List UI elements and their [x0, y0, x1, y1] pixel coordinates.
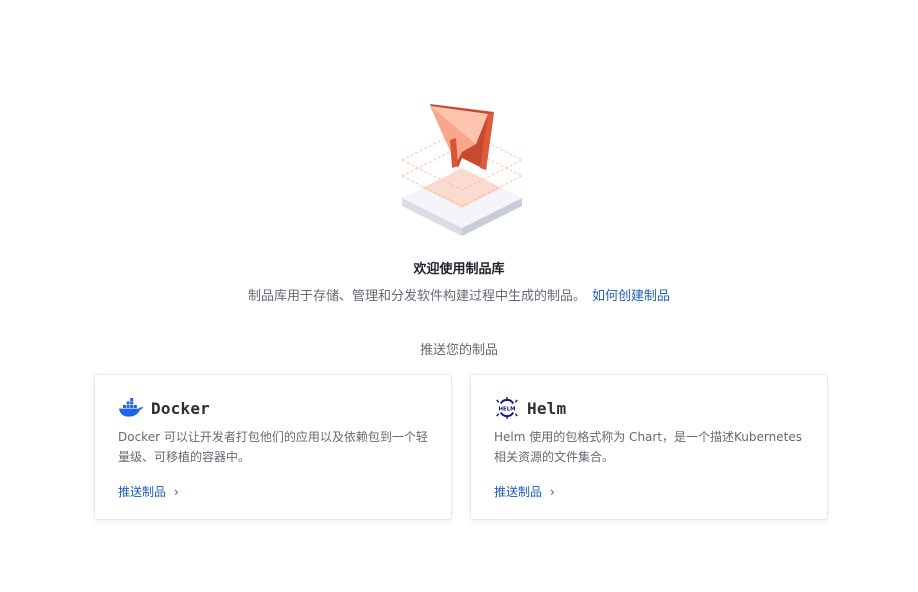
- welcome-title: 欢迎使用制品库: [413, 262, 505, 277]
- welcome-description-row: 制品库用于存储、管理和分发软件构建过程中生成的制品。 如何创建制品: [0, 285, 918, 304]
- helm-card: HELM Helm Helm 使用的包格式称为 Chart，是一个描述Kuber…: [470, 374, 828, 520]
- helm-push-artifact-link[interactable]: 推送制品 ›: [494, 483, 555, 500]
- docker-card-header: Docker: [118, 397, 210, 419]
- docker-icon: [118, 398, 144, 418]
- helm-card-title: Helm: [527, 398, 567, 418]
- docker-push-artifact-link[interactable]: 推送制品 ›: [118, 483, 179, 500]
- docker-push-artifact-label: 推送制品: [118, 485, 167, 499]
- artifact-illustration: [401, 104, 523, 236]
- chevron-right-icon: ›: [174, 484, 179, 499]
- artifact-repository-welcome-page: 欢迎使用制品库 制品库用于存储、管理和分发软件构建过程中生成的制品。 如何创建制品…: [0, 0, 918, 592]
- push-section-title: 推送您的制品: [419, 343, 498, 358]
- docker-card: Docker Docker 可以让开发者打包他们的应用以及依赖包到一个轻量级、可…: [94, 374, 452, 520]
- docker-card-description: Docker 可以让开发者打包他们的应用以及依赖包到一个轻量级、可移植的容器中。: [118, 430, 428, 464]
- how-to-create-artifact-link[interactable]: 如何创建制品: [592, 289, 670, 304]
- welcome-description: 制品库用于存储、管理和分发软件构建过程中生成的制品。: [247, 289, 586, 304]
- docker-card-title: Docker: [151, 398, 210, 418]
- helm-icon: HELM: [494, 397, 520, 419]
- svg-text:HELM: HELM: [499, 407, 516, 413]
- helm-card-description: Helm 使用的包格式称为 Chart，是一个描述Kubernetes相关资源的…: [494, 430, 802, 464]
- helm-card-header: HELM Helm: [494, 397, 566, 419]
- helm-push-artifact-label: 推送制品: [494, 485, 543, 499]
- chevron-right-icon: ›: [550, 484, 555, 499]
